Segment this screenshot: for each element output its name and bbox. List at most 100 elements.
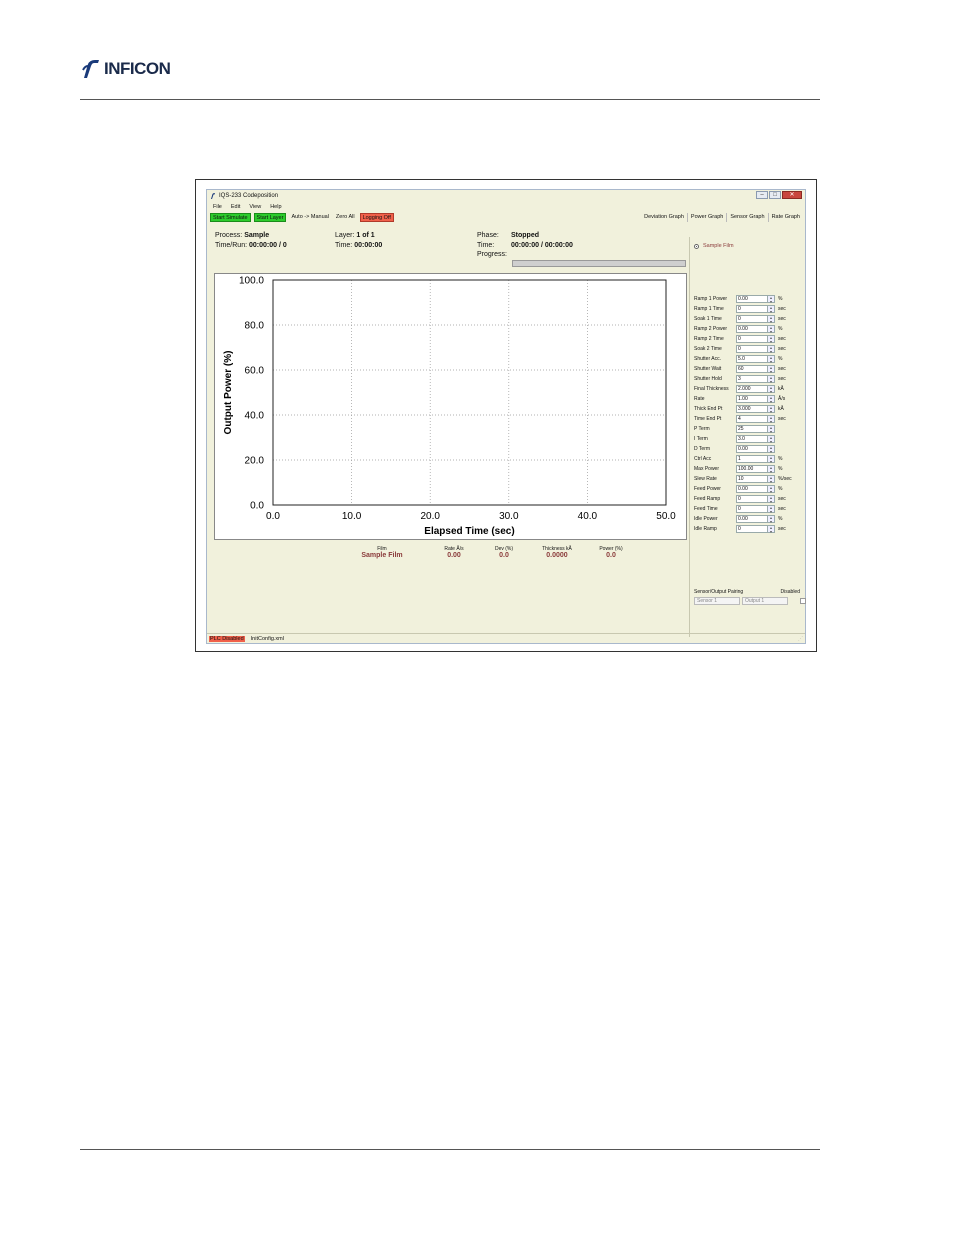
param-unit: sec — [778, 375, 786, 382]
spinner-arrows-icon[interactable]: ▴ ▾ — [768, 444, 775, 453]
param-input[interactable]: 0.00 — [736, 514, 768, 523]
x-tick-label: 20.0 — [420, 511, 440, 522]
close-button[interactable]: ✕ — [782, 191, 802, 199]
param-input[interactable]: 0 — [736, 344, 768, 353]
param-row: Ramp 1 Power 0.00 ▴ ▾% — [694, 294, 782, 303]
tab-sensor-graph[interactable]: Sensor Graph — [726, 213, 767, 222]
menu-file[interactable]: File — [213, 204, 222, 210]
spinner-arrows-icon[interactable]: ▴ ▾ — [768, 304, 775, 313]
param-input[interactable]: 0.00 — [736, 324, 768, 333]
param-input[interactable]: 1.00 — [736, 394, 768, 403]
param-input[interactable]: 0 — [736, 304, 768, 313]
spinner-arrows-icon[interactable]: ▴ ▾ — [768, 394, 775, 403]
spinner-arrows-icon[interactable]: ▴ ▾ — [768, 374, 775, 383]
tab-deviation-graph[interactable]: Deviation Graph — [641, 213, 687, 222]
spinner-arrows-icon[interactable]: ▴ ▾ — [768, 514, 775, 523]
param-input[interactable]: 25 — [736, 424, 768, 433]
spinner-arrows-icon[interactable]: ▴ ▾ — [768, 504, 775, 513]
param-unit: sec — [778, 315, 786, 322]
param-row: Rate 1.00 ▴ ▾ Å/s — [694, 394, 785, 403]
param-row: Feed Time 0 ▴ ▾ sec — [694, 504, 786, 513]
menu-view[interactable]: View — [249, 204, 261, 210]
param-input[interactable]: 10 — [736, 474, 768, 483]
progress-label: Progress: — [477, 251, 507, 258]
minimize-button[interactable]: – — [756, 191, 768, 199]
disabled-label: Disabled — [780, 589, 800, 595]
spinner-arrows-icon[interactable]: ▴ ▾ — [768, 324, 775, 333]
film-list-item[interactable]: Sample Film — [694, 243, 734, 249]
spinner-arrows-icon[interactable]: ▴ ▾ — [768, 344, 775, 353]
spinner-arrows-icon[interactable]: ▴ ▾ — [768, 454, 775, 463]
window-title: IQS-233 Codeposition — [219, 193, 279, 199]
spinner-arrows-icon[interactable]: ▴ ▾ — [768, 474, 775, 483]
param-row: Ramp 2 Power 0.00 ▴ ▾% — [694, 324, 782, 333]
param-input[interactable]: 0.00 — [736, 484, 768, 493]
param-unit: kÅ — [778, 405, 784, 412]
param-input[interactable]: 0 — [736, 334, 768, 343]
param-input[interactable]: 0 — [736, 314, 768, 323]
start-simulate-button[interactable]: Start Simulate — [210, 213, 251, 222]
menu-bar: File Edit View Help — [207, 202, 805, 212]
spinner-arrows-icon[interactable]: ▴ ▾ — [768, 314, 775, 323]
spinner-arrows-icon[interactable]: ▴ ▾ — [768, 424, 775, 433]
disabled-checkbox[interactable] — [800, 598, 806, 604]
param-label: Rate — [694, 395, 705, 402]
param-input[interactable]: 100.00 — [736, 464, 768, 473]
stat-dev: Dev (%) 0.0 — [484, 546, 524, 559]
zero-all-button[interactable]: Zero All — [334, 213, 357, 222]
param-input[interactable]: 2.000 — [736, 384, 768, 393]
resize-grip-icon[interactable]: ⋰ — [798, 636, 803, 642]
sensor-select[interactable]: Sensor 1 — [694, 597, 740, 605]
spinner-arrows-icon[interactable]: ▴ ▾ — [768, 484, 775, 493]
param-label: Ramp 1 Time — [694, 305, 724, 312]
spinner-arrows-icon[interactable]: ▴ ▾ — [768, 294, 775, 303]
spinner-arrows-icon[interactable]: ▴ ▾ — [768, 494, 775, 503]
param-input[interactable]: 0.00 — [736, 444, 768, 453]
param-label: Soak 1 Time — [694, 315, 722, 322]
param-input[interactable]: 5.0 — [736, 354, 768, 363]
param-row: Max Power 100.00 ▴ ▾% — [694, 464, 782, 473]
spinner-arrows-icon[interactable]: ▴ ▾ — [768, 354, 775, 363]
param-row: Soak 2 Time 0 ▴ ▾ sec — [694, 344, 786, 353]
tab-power-graph[interactable]: Power Graph — [686, 213, 726, 222]
param-input[interactable]: 3.000 — [736, 404, 768, 413]
param-row: I Term 3.0 ▴ ▾ — [694, 434, 778, 443]
stat-thickness-value: 0.0000 — [546, 552, 568, 559]
process-value: Sample — [244, 232, 270, 239]
spinner-arrows-icon[interactable]: ▴ ▾ — [768, 364, 775, 373]
param-label: Time End Pt — [694, 415, 722, 422]
output-select[interactable]: Output 1 — [742, 597, 788, 605]
timerun-value: 00:00:00 / 0 — [248, 241, 287, 249]
param-input[interactable]: 0 — [736, 494, 768, 503]
screenshot-frame: IQS-233 Codeposition – □ ✕ File Edit Vie… — [195, 179, 817, 652]
spinner-arrows-icon[interactable]: ▴ ▾ — [768, 404, 775, 413]
param-input[interactable]: 4 — [736, 414, 768, 423]
param-label: Idle Power — [694, 515, 718, 522]
y-tick-label: 0.0 — [250, 501, 264, 512]
param-row: D Term 0.00 ▴ ▾ — [694, 444, 778, 453]
spinner-arrows-icon[interactable]: ▴ ▾ — [768, 434, 775, 443]
start-layer-button[interactable]: Start Layer — [253, 213, 287, 222]
param-input[interactable]: 3 — [736, 374, 768, 383]
menu-help[interactable]: Help — [270, 204, 281, 210]
param-input[interactable]: 0 — [736, 524, 768, 533]
param-input[interactable]: 0 — [736, 504, 768, 513]
spinner-arrows-icon[interactable]: ▴ ▾ — [768, 464, 775, 473]
logging-button[interactable]: Logging Off — [359, 213, 394, 222]
param-input[interactable]: 60 — [736, 364, 768, 373]
param-unit: % — [778, 295, 783, 302]
tab-rate-graph[interactable]: Rate Graph — [767, 213, 803, 222]
menu-edit[interactable]: Edit — [231, 204, 240, 210]
maximize-button[interactable]: □ — [769, 191, 781, 199]
param-input[interactable]: 0.00 — [736, 294, 768, 303]
spinner-arrows-icon[interactable]: ▴ ▾ — [768, 334, 775, 343]
spinner-arrows-icon[interactable]: ▴ ▾ — [768, 414, 775, 423]
auto-manual-button[interactable]: Auto -> Manual — [289, 213, 330, 222]
y-tick-label: 80.0 — [245, 321, 265, 332]
param-input[interactable]: 1 — [736, 454, 768, 463]
spinner-arrows-icon[interactable]: ▴ ▾ — [768, 384, 775, 393]
spinner-arrows-icon[interactable]: ▴ ▾ — [768, 524, 775, 533]
film-radio[interactable] — [694, 243, 699, 249]
param-input[interactable]: 3.0 — [736, 434, 768, 443]
param-unit: %/sec — [778, 475, 792, 482]
